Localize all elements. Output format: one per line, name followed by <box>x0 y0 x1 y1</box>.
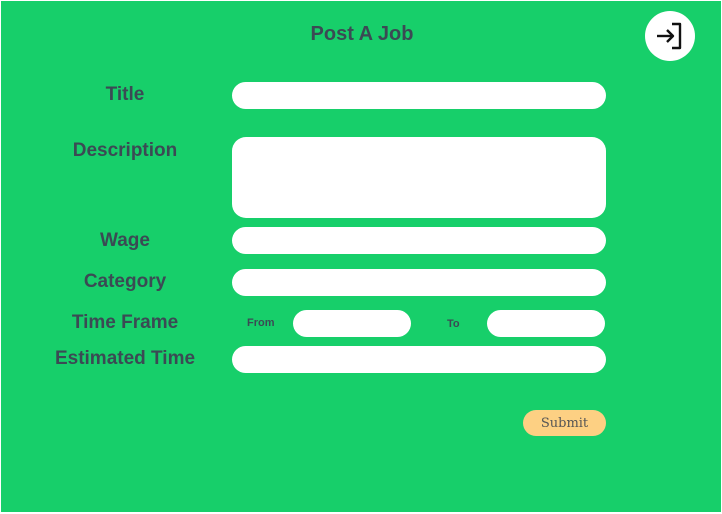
page-title: Post A Job <box>310 23 414 45</box>
time-frame-from-label: From <box>247 317 275 329</box>
time-frame-from-input[interactable] <box>293 310 411 337</box>
estimated-time-input[interactable] <box>232 346 606 373</box>
estimated-time-label: Estimated Time <box>54 348 196 369</box>
submit-button[interactable]: Submit <box>523 410 606 436</box>
time-frame-label: Time Frame <box>71 312 179 333</box>
time-frame-to-input[interactable] <box>487 310 605 337</box>
description-textarea[interactable] <box>232 137 606 218</box>
form-panel: Post A Job Title Description Wage Catego… <box>1 1 721 512</box>
category-input[interactable] <box>232 269 606 296</box>
login-arrow-icon <box>657 22 682 50</box>
description-label: Description <box>72 140 178 161</box>
wage-input[interactable] <box>232 227 606 254</box>
wage-label: Wage <box>100 230 150 251</box>
title-input[interactable] <box>232 82 606 109</box>
logout-button[interactable] <box>645 11 695 61</box>
category-label: Category <box>83 271 167 292</box>
title-label: Title <box>105 84 145 105</box>
time-frame-to-label: To <box>447 318 460 330</box>
